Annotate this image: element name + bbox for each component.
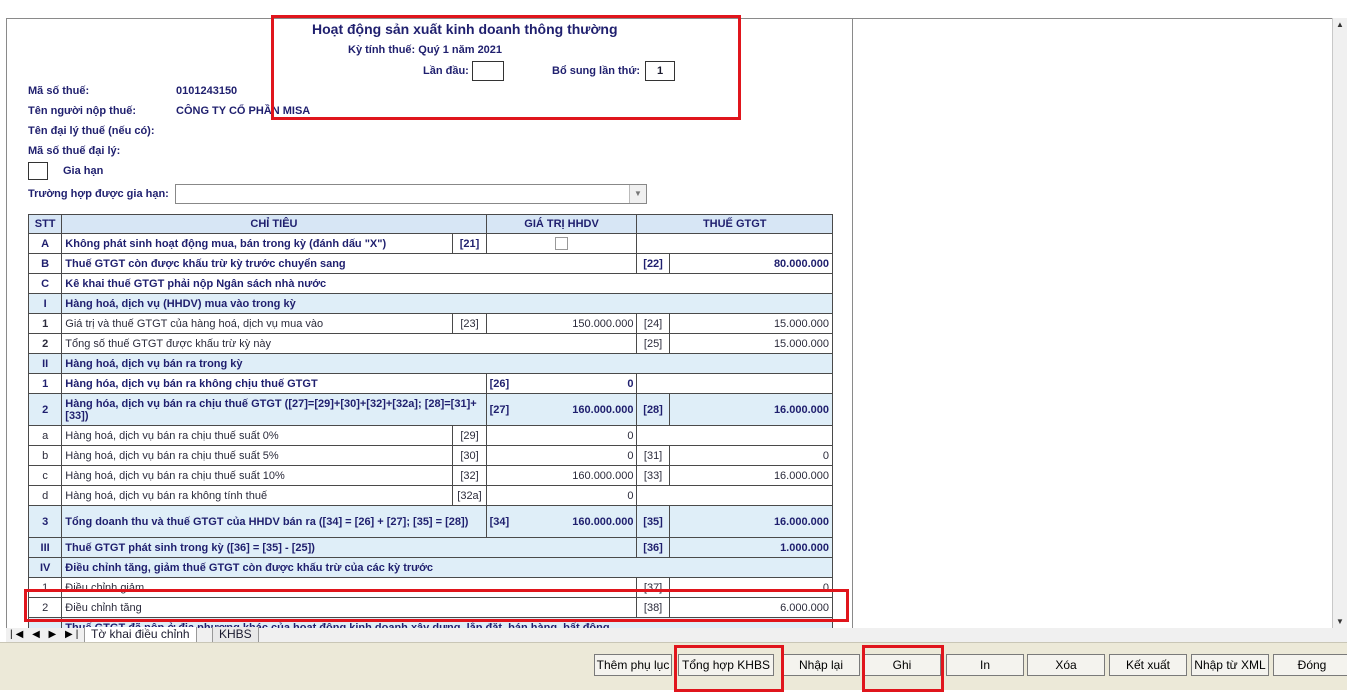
table-row: I Hàng hoá, dịch vụ (HHDV) mua vào trong… (27, 293, 833, 314)
table-row: 2 Điều chỉnh tăng [38] 6.000.000 (27, 597, 834, 618)
no-activity-cell[interactable] (485, 233, 638, 254)
table-row: 1 Hàng hóa, dịch vụ bán ra không chịu th… (27, 373, 833, 394)
save-button[interactable]: Ghi (863, 654, 941, 676)
scroll-up-icon[interactable]: ▲ (1336, 20, 1344, 29)
tab-khbs[interactable]: KHBS (212, 627, 259, 643)
tab-navigation[interactable]: |◀ ◀ ▶ ▶| (10, 629, 81, 640)
table-row: 1 Điều chỉnh giảm [37] 0 (27, 577, 834, 598)
print-button[interactable]: In (946, 654, 1024, 676)
panel-divider (852, 18, 853, 628)
table-row: c Hàng hoá, dịch vụ bán ra chịu thuế suấ… (27, 465, 834, 486)
table-row: C Kê khai thuế GTGT phải nộp Ngân sách n… (27, 273, 833, 294)
reenter-button[interactable]: Nhập lại (782, 654, 860, 676)
tab-adjustment-declaration[interactable]: Tờ khai điều chỉnh (84, 627, 197, 643)
col-indicator: CHỈ TIÊU (61, 214, 487, 234)
first-time-label: Lần đầu: (423, 65, 469, 77)
extension-case-label: Trường hợp được gia hạn: (28, 188, 169, 200)
table-row: b Hàng hoá, dịch vụ bán ra chịu thuế suấ… (27, 445, 834, 466)
col-value: GIÁ TRỊ HHDV (485, 214, 638, 234)
taxpayer-value: CÔNG TY CỔ PHẦN MISA (176, 105, 311, 117)
table-row: 3 Tổng doanh thu và thuế GTGT của HHDV b… (27, 505, 834, 538)
col-stt: STT (27, 214, 63, 234)
table-row: IV Điều chỉnh tăng, giảm thuế GTGT còn đ… (27, 557, 833, 578)
agent-code-label: Mã số thuế đại lý: (28, 145, 121, 157)
extension-checkbox[interactable] (28, 162, 48, 180)
table-row: 1 Giá trị và thuế GTGT của hàng hoá, dịc… (27, 313, 834, 334)
sheet-tab-bar (6, 628, 1347, 642)
form-title: Hoạt động sản xuất kinh doanh thông thườ… (312, 21, 618, 37)
table-row: d Hàng hoá, dịch vụ bán ra không tính th… (27, 485, 833, 506)
table-row: B Thuế GTGT còn được khấu trừ kỳ trước c… (27, 253, 834, 274)
agent-name-label: Tên đại lý thuế (nếu có): (28, 125, 155, 137)
supplement-label: Bổ sung lần thứ: (552, 65, 641, 77)
add-appendix-button[interactable]: Thêm phụ lục (594, 654, 672, 676)
tax-code-label: Mã số thuế: (28, 85, 90, 97)
table-row: II Hàng hoá, dịch vụ bán ra trong kỳ (27, 353, 833, 374)
import-xml-button[interactable]: Nhập từ XML (1191, 654, 1269, 676)
supplement-field[interactable]: 1 (645, 61, 675, 81)
table-row: A Không phát sinh hoạt động mua, bán tro… (27, 233, 833, 254)
table-header: STT CHỈ TIÊU GIÁ TRỊ HHDV THUẾ GTGT (27, 214, 833, 234)
export-button[interactable]: Kết xuất (1109, 654, 1187, 676)
tax-period: Kỳ tính thuế: Quý 1 năm 2021 (348, 44, 503, 56)
tax-code-value: 0101243150 (176, 85, 238, 97)
table-row: III Thuế GTGT phát sinh trong kỳ ([36] =… (27, 537, 834, 558)
delete-button[interactable]: Xóa (1027, 654, 1105, 676)
vertical-scrollbar[interactable]: ▲ ▼ (1332, 18, 1347, 628)
table-row: a Hàng hoá, dịch vụ bán ra chịu thuế suấ… (27, 425, 833, 446)
no-activity-checkbox[interactable] (555, 237, 569, 250)
extension-case-select[interactable]: ▼ (175, 184, 647, 204)
close-button[interactable]: Đóng (1273, 654, 1347, 676)
col-vat: THUẾ GTGT (636, 214, 833, 234)
declaration-table: STT CHỈ TIÊU GIÁ TRỊ HHDV THUẾ GTGT A Kh… (27, 214, 834, 638)
chevron-down-icon[interactable]: ▼ (629, 185, 646, 203)
first-time-field[interactable] (472, 61, 504, 81)
scroll-down-icon[interactable]: ▼ (1336, 617, 1344, 626)
table-row: 2 Hàng hóa, dịch vụ bán ra chịu thuế GTG… (27, 393, 834, 426)
extension-label: Gia hạn (63, 165, 104, 177)
summary-khbs-button[interactable]: Tổng hợp KHBS (678, 654, 774, 676)
table-row: 2 Tổng số thuế GTGT được khấu trừ kỳ này… (27, 333, 834, 354)
taxpayer-label: Tên người nộp thuế: (28, 105, 137, 117)
